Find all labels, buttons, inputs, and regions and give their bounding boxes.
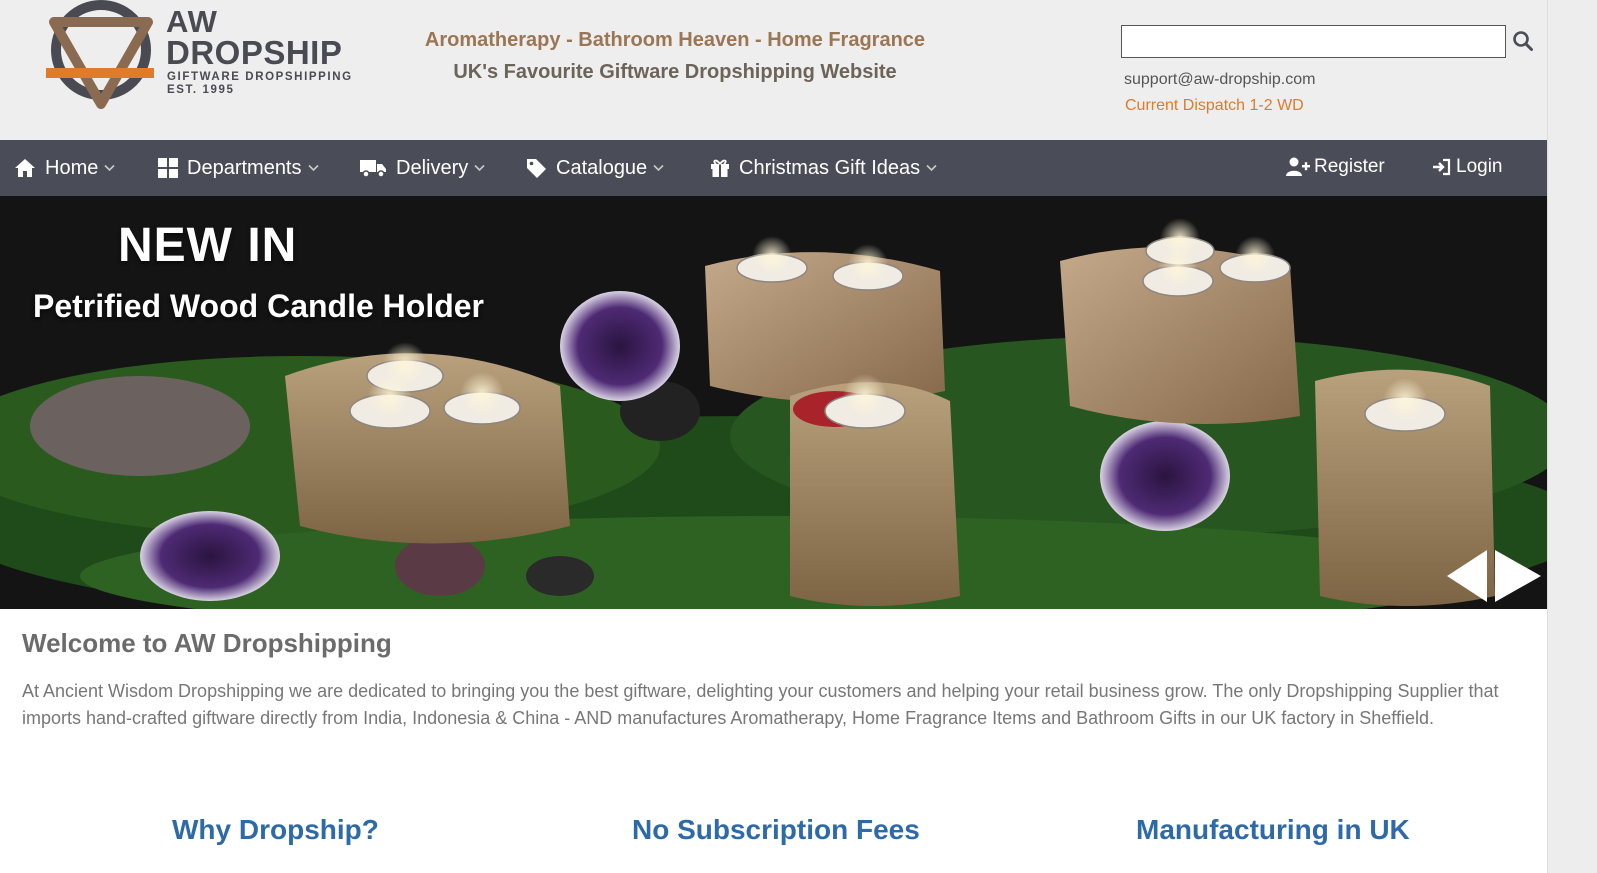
search-input[interactable] xyxy=(1121,25,1506,58)
register-link[interactable]: Register xyxy=(1286,140,1385,194)
logo-text-established: EST. 1995 xyxy=(167,84,235,96)
nav-item-home[interactable]: Home xyxy=(14,140,124,196)
feature-manufacturing-in-uk[interactable]: Manufacturing in UK xyxy=(1136,814,1410,846)
slider-prev-arrow-icon[interactable] xyxy=(1447,550,1487,602)
support-email-link[interactable]: support@aw-dropship.com xyxy=(1124,71,1315,89)
browser-scrollbar[interactable] xyxy=(1547,0,1597,873)
main-nav: Home Departments Delivery Catalogue Chri… xyxy=(0,140,1547,196)
home-icon xyxy=(15,159,35,177)
search-box xyxy=(1121,25,1533,58)
sign-in-icon xyxy=(1433,158,1451,176)
site-logo[interactable]: AW DROPSHIP GIFTWARE DROPSHIPPING EST. 1… xyxy=(44,0,354,110)
nav-item-catalogue[interactable]: Catalogue xyxy=(526,140,673,196)
nav-label-christmas-gift-ideas: Christmas Gift Ideas xyxy=(739,156,921,179)
chevron-down-icon xyxy=(307,164,319,172)
header-tagline: Aromatherapy - Bathroom Heaven - Home Fr… xyxy=(375,25,975,89)
welcome-heading: Welcome to AW Dropshipping xyxy=(22,628,392,658)
chevron-down-icon xyxy=(104,164,115,172)
chevron-down-icon xyxy=(653,164,664,172)
nav-label-departments: Departments xyxy=(187,156,302,179)
login-label: Login xyxy=(1456,156,1503,177)
logo-text-subtitle: GIFTWARE DROPSHIPPING xyxy=(167,71,353,83)
chevron-down-icon xyxy=(926,164,937,172)
feature-why-dropship[interactable]: Why Dropship? xyxy=(172,814,379,846)
nav-item-delivery[interactable]: Delivery xyxy=(360,140,494,196)
tag-icon xyxy=(527,158,546,178)
nav-label-delivery: Delivery xyxy=(396,156,469,179)
gift-icon xyxy=(711,159,729,177)
tagline-slogan: UK's Favourite Giftware Dropshipping Web… xyxy=(453,61,897,83)
truck-icon xyxy=(360,160,386,178)
hero-slider: NEW IN Petrified Wood Candle Holder xyxy=(0,196,1547,609)
nav-label-catalogue: Catalogue xyxy=(556,156,648,179)
register-label: Register xyxy=(1314,156,1385,177)
banner-subtitle[interactable]: Petrified Wood Candle Holder xyxy=(33,288,484,325)
logo-triangle-icon xyxy=(46,0,154,109)
dispatch-status: Current Dispatch 1-2 WD xyxy=(1125,97,1304,114)
welcome-paragraph: At Ancient Wisdom Dropshipping we are de… xyxy=(22,681,1499,728)
banner-title: NEW IN xyxy=(118,219,298,272)
tagline-products: Aromatherapy - Bathroom Heaven - Home Fr… xyxy=(424,29,926,51)
login-link[interactable]: Login xyxy=(1432,140,1503,194)
chevron-down-icon xyxy=(474,164,485,172)
page: AW DROPSHIP GIFTWARE DROPSHIPPING EST. 1… xyxy=(0,0,1547,873)
slider-next-arrow-icon[interactable] xyxy=(1495,550,1541,602)
grid-icon xyxy=(158,158,178,178)
logo-text-dropship: DROPSHIP xyxy=(166,34,343,71)
nav-item-departments[interactable]: Departments xyxy=(158,140,328,196)
nav-label-home: Home xyxy=(45,156,99,179)
user-plus-icon xyxy=(1286,157,1310,176)
feature-no-subscription-fees[interactable]: No Subscription Fees xyxy=(632,814,920,846)
site-header: AW DROPSHIP GIFTWARE DROPSHIPPING EST. 1… xyxy=(0,0,1547,140)
search-icon[interactable] xyxy=(1512,30,1534,52)
nav-item-christmas-gift-ideas[interactable]: Christmas Gift Ideas xyxy=(710,140,946,196)
